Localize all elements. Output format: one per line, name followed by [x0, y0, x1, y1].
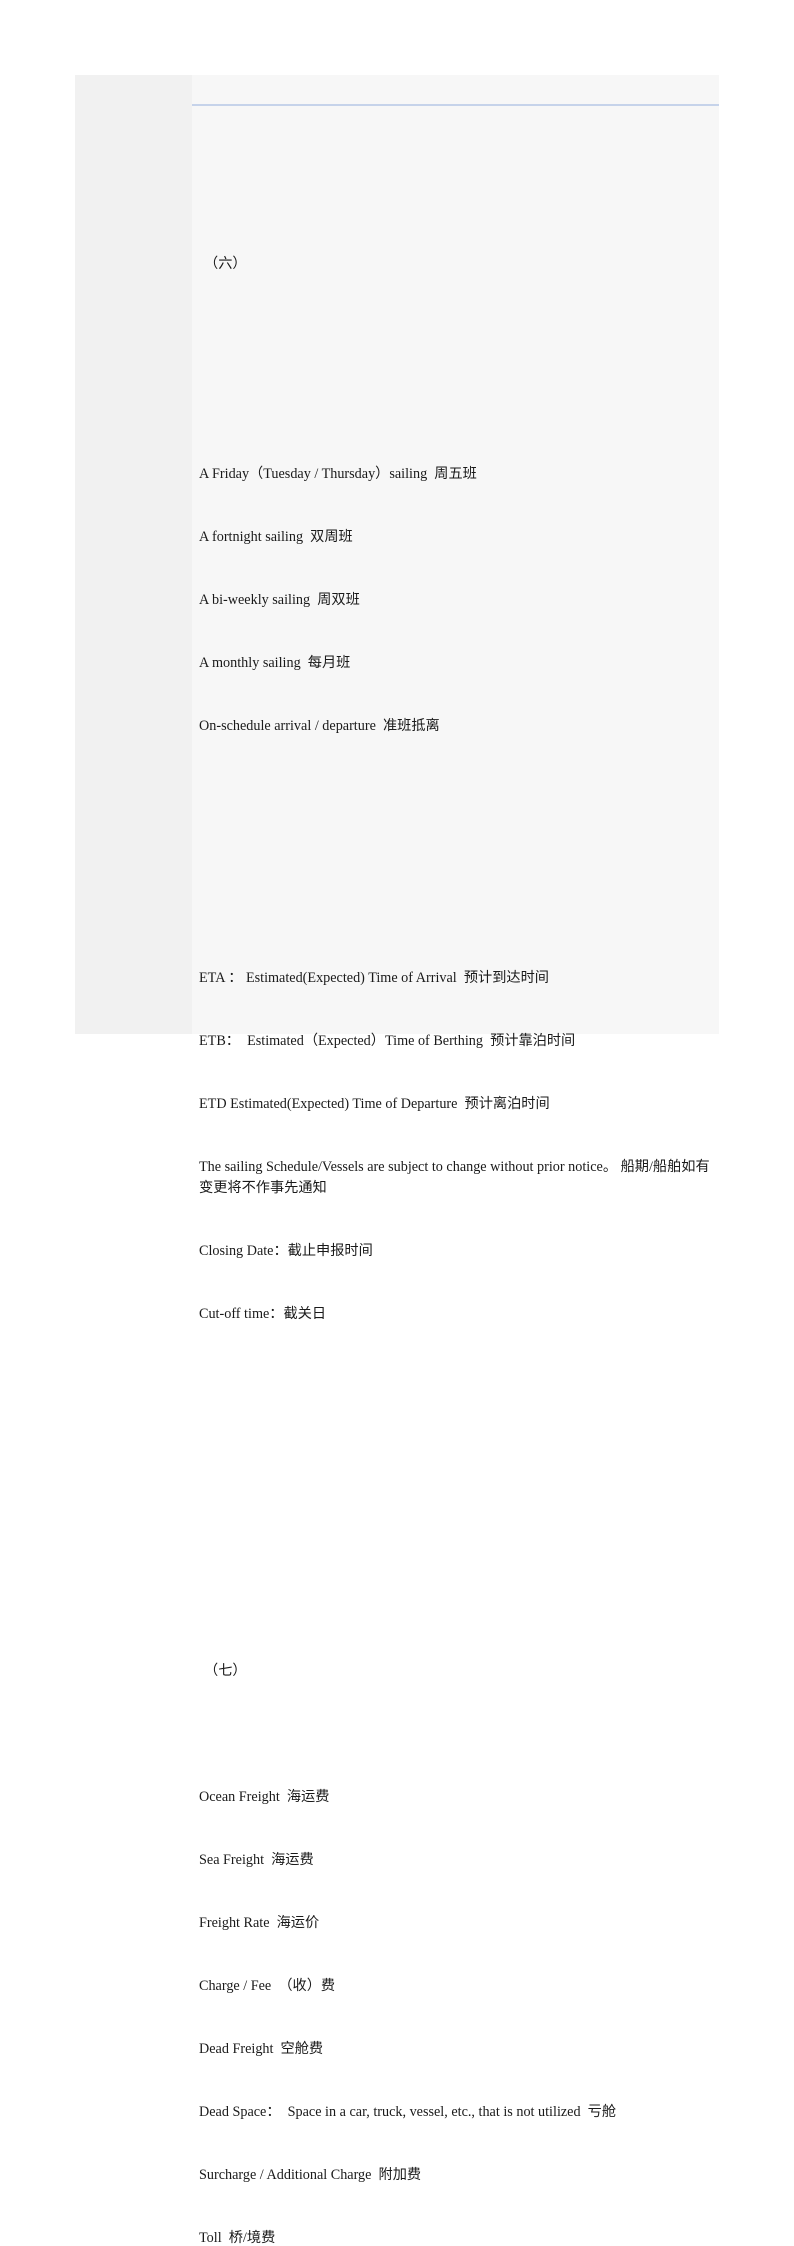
document-text-body: （六） A Friday（Tuesday / Thursday）sailing …: [199, 128, 715, 2246]
sailing-frequency-block: A Friday（Tuesday / Thursday）sailing 周五班 …: [199, 422, 715, 779]
document-page: （六） A Friday（Tuesday / Thursday）sailing …: [0, 0, 794, 2246]
section-seven: （七） Ocean Freight 海运费 Sea Freight 海运费 Fr…: [199, 1619, 715, 2246]
text-line: The sailing Schedule/Vessels are subject…: [199, 1159, 710, 1196]
text-line: A bi-weekly sailing 周双班: [199, 592, 360, 608]
header-divider-rule: [192, 104, 719, 106]
text-line: Charge / Fee （收）费: [199, 1978, 336, 1994]
text-line: Dead Freight 空舱费: [199, 2041, 324, 2057]
text-line: ETB： Estimated（Expected）Time of Berthing…: [199, 1033, 576, 1049]
text-line: Ocean Freight 海运费: [199, 1789, 330, 1805]
text-line: Closing Date：截止申报时间: [199, 1243, 373, 1259]
text-line: ETA ： Estimated(Expected) Time of Arriva…: [199, 970, 549, 986]
text-line: On-schedule arrival / departure 准班抵离: [199, 718, 440, 734]
section-six: （六） A Friday（Tuesday / Thursday）sailing …: [199, 212, 715, 1409]
text-line: Toll 桥/境费: [199, 2230, 276, 2246]
text-line: ETD Estimated(Expected) Time of Departur…: [199, 1096, 550, 1112]
text-line: Surcharge / Additional Charge 附加费: [199, 2167, 422, 2183]
section-seven-heading: （七）: [204, 1663, 247, 1679]
text-line: Dead Space： Space in a car, truck, vesse…: [199, 2104, 617, 2120]
text-line: A fortnight sailing 双周班: [199, 529, 353, 545]
left-gutter-panel: [75, 75, 192, 1034]
section-six-heading: （六）: [204, 256, 247, 272]
text-line: Freight Rate 海运价: [199, 1915, 320, 1931]
freight-charge-terms-block: Ocean Freight 海运费 Sea Freight 海运费 Freigh…: [199, 1745, 715, 2246]
text-line: A monthly sailing 每月班: [199, 655, 351, 671]
text-line: A Friday（Tuesday / Thursday）sailing 周五班: [199, 466, 477, 482]
text-line: Sea Freight 海运费: [199, 1852, 314, 1868]
text-line: Cut-off time：截关日: [199, 1306, 327, 1322]
schedule-time-terms-block: ETA ： Estimated(Expected) Time of Arriva…: [199, 926, 715, 1367]
